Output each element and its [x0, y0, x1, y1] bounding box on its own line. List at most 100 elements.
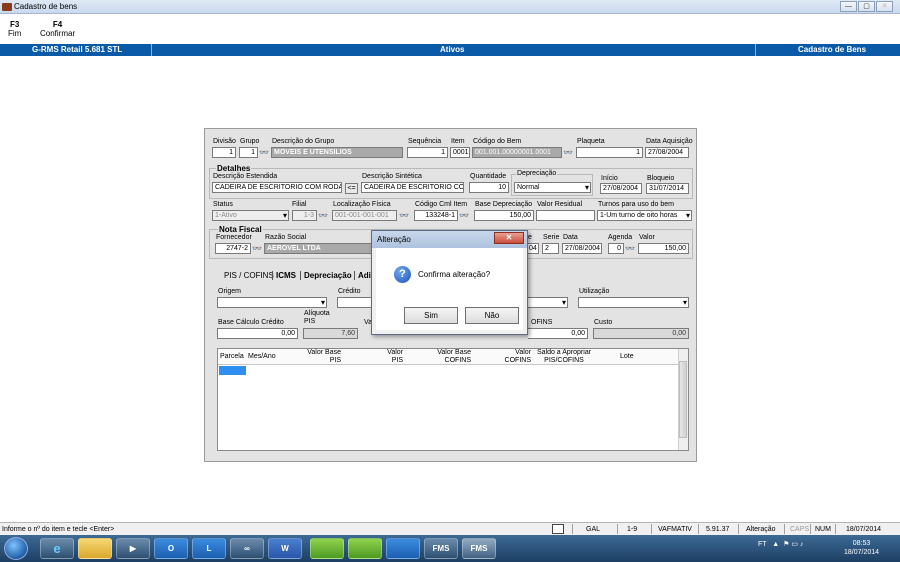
valor-nf-label: Valor [639, 234, 655, 241]
tab-separator [300, 271, 301, 280]
network-icon[interactable]: ∞ [230, 538, 264, 559]
dialog-title: Alteração [377, 235, 411, 244]
col-header-valor-cofins: Valor COFINS [493, 349, 531, 365]
turnos-label: Turnos para uso do bem [598, 201, 675, 208]
agenda-field[interactable]: 0 [608, 243, 624, 254]
fms-app-1[interactable]: FMS [424, 538, 458, 559]
codigo-cml-label: Código Cml Item [415, 201, 468, 208]
col-header-mes-ano-text: Mes/Ano [248, 353, 276, 360]
f4-confirmar-button[interactable]: F4 Confirmar [40, 20, 75, 38]
credito-select-end[interactable] [528, 297, 568, 308]
base-calc-field[interactable]: 0,00 [217, 328, 298, 339]
tab-depreciacao[interactable]: Depreciação [304, 271, 352, 280]
f4-label: Confirmar [40, 29, 76, 38]
close-button[interactable]: ✕ [876, 1, 893, 12]
serie-field[interactable]: 2 [542, 243, 559, 254]
codigo-bem-label: Código do Bem [473, 138, 522, 145]
binoculars-search-icon[interactable]: 👓 [399, 211, 409, 220]
desc-sintetica-field[interactable]: CADEIRA DE ESCRITORIO COM [361, 182, 464, 193]
app-icon-blue[interactable] [386, 538, 420, 559]
grupo-field[interactable]: 1 [239, 147, 258, 158]
depreciacao-label: Depreciação [516, 170, 558, 177]
col-header-parcela-text: Parcela [220, 353, 244, 360]
tab-adicionais[interactable]: Adi [358, 271, 371, 280]
binoculars-search-icon[interactable]: 👓 [563, 148, 573, 157]
data-aquisicao-field[interactable]: 27/08/2004 [645, 147, 689, 158]
valor-residual-field[interactable] [536, 210, 595, 221]
binoculars-search-icon[interactable]: 👓 [318, 211, 328, 220]
quantidade-field[interactable]: 10 [469, 182, 509, 193]
depreciacao-select[interactable]: Normal [514, 182, 591, 193]
tray-icons[interactable]: ▲ ⚑ ▭ ♪ [768, 541, 803, 548]
bloqueio-field[interactable]: 31/07/2014 [646, 183, 689, 194]
f3-key: F3 [9, 20, 20, 29]
sim-button[interactable]: Sim [404, 307, 458, 324]
header-line1: Saldo a Apropriar [536, 349, 592, 356]
sequencia-field[interactable]: 1 [407, 147, 448, 158]
binoculars-search-icon[interactable]: 👓 [625, 244, 635, 253]
outlook-icon[interactable]: O [154, 538, 188, 559]
taskbar-clock[interactable]: 08:53 18/07/2014 [844, 539, 879, 557]
clock-date: 18/07/2014 [844, 549, 880, 556]
nao-button[interactable]: Não [465, 307, 519, 324]
filial-field[interactable]: 1-3 [292, 210, 317, 221]
codigo-cml-field[interactable]: 133248-1 [414, 210, 458, 221]
detalhes-title: Detalhes [216, 164, 252, 173]
lync-icon[interactable]: L [192, 538, 226, 559]
binoculars-search-icon[interactable]: 👓 [259, 148, 269, 157]
maximize-button[interactable]: ▢ [858, 1, 875, 12]
tab-pis-cofins[interactable]: PIS / COFINS [224, 271, 274, 280]
valor-cofins-field[interactable]: 0,00 [528, 328, 588, 339]
status-separator [738, 524, 739, 534]
base-dep-field[interactable]: 150,00 [474, 210, 534, 221]
header-line1: Valor Base [437, 349, 471, 356]
f3-fim-button[interactable]: F3 Fim [8, 20, 21, 38]
media-player-icon[interactable]: ▶ [116, 538, 150, 559]
selected-cell[interactable] [219, 366, 246, 375]
installments-table[interactable]: Parcela Mes/Ano Valor Base PIS Valor PIS V… [217, 348, 689, 451]
inicio-label: Início [601, 175, 618, 182]
item-field[interactable]: 0001 [450, 147, 470, 158]
utilizacao-select[interactable] [578, 297, 689, 308]
razao-field: AEROVEL LTDA [264, 243, 372, 254]
tab-icms[interactable]: ICMS [276, 271, 296, 280]
ie-icon[interactable]: e [40, 538, 74, 559]
binoculars-search-icon[interactable]: 👓 [459, 211, 469, 220]
banner-screen: Cadastro de Bens [798, 45, 867, 54]
valor-nf-field[interactable]: 150,00 [638, 243, 689, 254]
inicio-field[interactable]: 27/08/2004 [600, 183, 642, 194]
fms-app-2[interactable]: FMS [462, 538, 496, 559]
data-nf-field[interactable]: 27/08/2004 [562, 243, 602, 254]
document-icon [552, 524, 564, 534]
explorer-icon[interactable] [78, 538, 112, 559]
turnos-select[interactable]: 1-Um turno de oito horas [597, 210, 692, 221]
windows-taskbar: e ▶ O L ∞ W FMS FMS FT ▲ ⚑ ▭ ♪ 08:53 18/… [0, 535, 900, 562]
localizacao-field[interactable]: 001-001-001-001 [332, 210, 397, 221]
aliquota-pis-label: PIS [304, 318, 316, 325]
origem-select[interactable] [217, 297, 327, 308]
fornecedor-field[interactable]: 2747-2 [215, 243, 251, 254]
desc-estendida-field[interactable]: CADEIRA DE ESCRITORIO COM RODAS [212, 182, 342, 193]
status-select[interactable]: 1-Ativo [212, 210, 289, 221]
plaqueta-field[interactable]: 1 [576, 147, 643, 158]
banner-divider [755, 44, 756, 56]
header-line2: PIS [329, 357, 341, 364]
base-dep-label: Base Depreciação [475, 201, 533, 208]
desc-grupo-field: MOVEIS E UTENSILIOS [271, 147, 403, 158]
app-icon-green[interactable] [310, 538, 344, 559]
copy-description-button[interactable]: <= [345, 183, 358, 194]
word-icon[interactable]: W [268, 538, 302, 559]
scrollbar-thumb[interactable] [679, 361, 687, 438]
start-button[interactable] [4, 537, 28, 560]
credito-select[interactable] [337, 297, 373, 308]
nf-number-field[interactable]: 04 [527, 243, 539, 254]
tray-language[interactable]: FT [758, 541, 766, 548]
data-nf-label: Data [563, 234, 578, 241]
divisao-field[interactable]: 1 [212, 147, 236, 158]
app-icon-green-2[interactable] [348, 538, 382, 559]
binoculars-search-icon[interactable]: 👓 [252, 244, 262, 253]
dialog-close-button[interactable]: ✕ [494, 232, 524, 244]
banner-module: Ativos [440, 45, 465, 54]
minimize-button[interactable]: — [840, 1, 857, 12]
col-header-lote-text: Lote [620, 353, 634, 360]
